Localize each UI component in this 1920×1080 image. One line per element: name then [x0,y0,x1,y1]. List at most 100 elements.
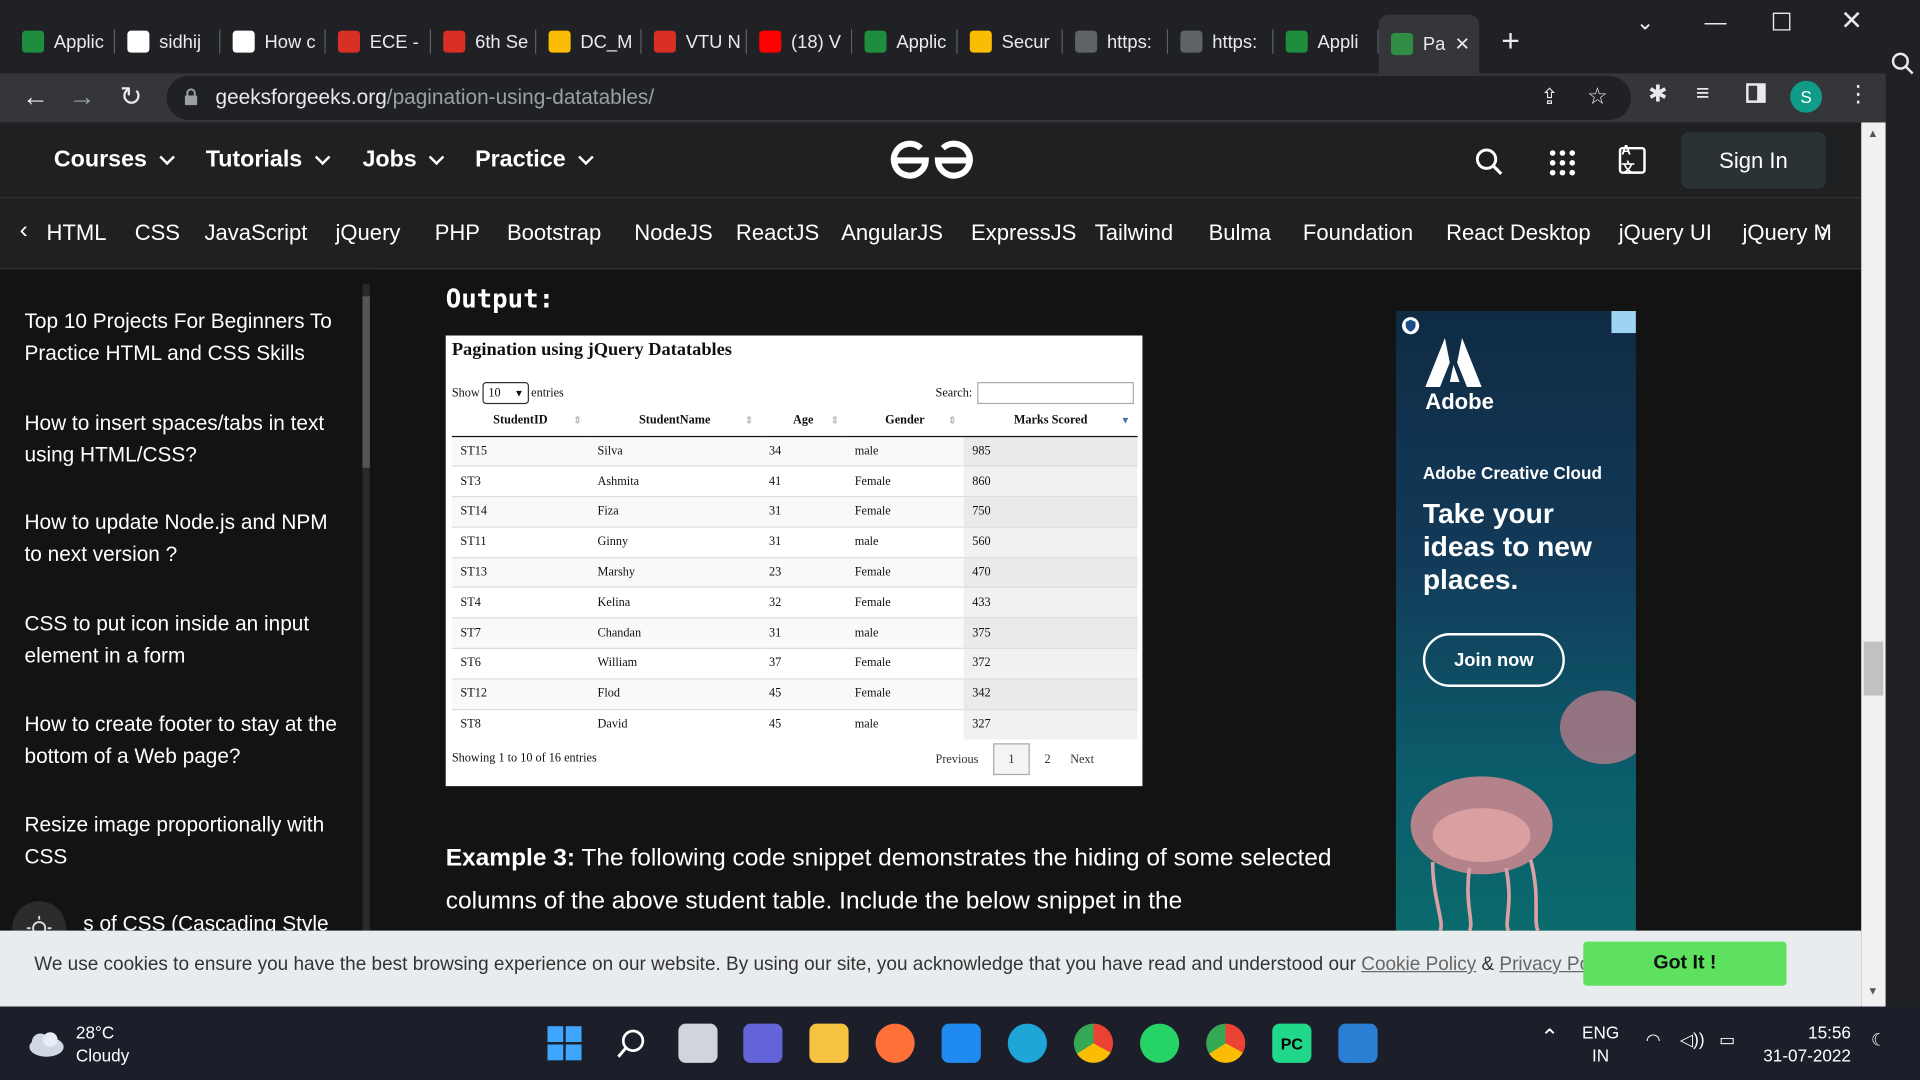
close-tab-icon[interactable]: × [1455,30,1469,58]
browser-tab[interactable]: DC_M [536,20,642,64]
tab-search-icon[interactable]: ⌄ [1636,10,1654,36]
topic-link[interactable]: NodeJS [634,220,712,246]
browser-tab[interactable]: Applic [852,20,958,64]
teams-chat-icon[interactable] [743,1023,783,1063]
topic-link[interactable]: HTML [47,220,107,246]
wifi-icon[interactable]: ◠ [1646,1029,1661,1052]
column-header-studentid[interactable]: StudentID ⇕ [451,406,589,437]
chrome-profile-icon[interactable] [1206,1023,1246,1063]
reload-button[interactable]: ↻ [113,78,150,115]
sidebar-article-link[interactable]: How to insert spaces/tabs in text using … [24,408,347,472]
scroll-down-icon[interactable]: ▼ [1867,984,1878,996]
column-header-age[interactable]: Age ⇕ [760,406,847,437]
language-indicator[interactable]: ENG IN [1582,1021,1619,1068]
scroll-up-icon[interactable]: ▲ [1867,127,1878,139]
topic-link[interactable]: ExpressJS [971,220,1076,246]
extensions-icon[interactable]: ✱ [1648,81,1667,109]
windows-start-icon[interactable] [545,1024,584,1063]
browser-tab[interactable]: Applic [10,20,116,64]
topic-link[interactable]: jQuery M [1742,220,1831,246]
back-button[interactable]: ← [17,78,54,115]
taskbar-search-icon[interactable] [612,1024,651,1063]
task-view-icon[interactable] [678,1023,718,1063]
search-icon[interactable] [1474,147,1503,176]
topic-link[interactable]: JavaScript [204,220,307,246]
sidebar-article-link[interactable]: How to create footer to stay at the bott… [24,709,347,773]
browser-tab[interactable]: sidhij [115,20,221,64]
sidebar-article-link[interactable]: Resize image proportionally with CSS [24,809,347,873]
side-panel-icon[interactable] [1746,83,1766,103]
sidebar-scroll-thumb[interactable] [362,296,370,468]
browser-tab[interactable]: Appli [1273,20,1379,64]
topic-link[interactable]: Bootstrap [507,220,601,246]
topic-link[interactable]: Foundation [1303,220,1413,246]
pycharm-icon[interactable]: PC [1272,1023,1312,1063]
menu-practice[interactable]: Practice [475,147,594,174]
browser-tab[interactable]: Secur [958,20,1063,64]
close-window-button[interactable]: ✕ [1840,5,1863,37]
chevron-left-icon[interactable]: ‹ [20,217,28,245]
ad-choices-icon[interactable] [1611,311,1636,334]
whatsapp-icon[interactable] [1140,1023,1180,1063]
browser-tab[interactable]: ECE - [326,20,432,64]
sidebar-article-link[interactable]: Top 10 Projects For Beginners To Practic… [24,306,347,370]
sidebar-article-link[interactable]: How to update Node.js and NPM to next ve… [24,507,347,571]
topic-link[interactable]: CSS [135,220,180,246]
browser-tab[interactable]: VTU N [642,20,747,64]
edge-icon[interactable] [1007,1023,1047,1063]
browser-tab[interactable]: How c [220,20,326,64]
topic-link[interactable]: AngularJS [841,220,943,246]
topic-link[interactable]: ReactJS [736,220,819,246]
share-icon[interactable]: ⇪ [1540,84,1558,110]
minimize-button[interactable]: — [1704,10,1726,36]
menu-jobs[interactable]: Jobs [362,147,445,174]
accept-cookies-button[interactable]: Got It ! [1583,941,1787,986]
cookie-policy-link[interactable]: Cookie Policy [1361,954,1476,975]
sign-in-button[interactable]: Sign In [1681,132,1826,189]
chrome-menu-icon[interactable]: ⋮ [1847,81,1870,109]
mail-icon[interactable] [941,1023,981,1063]
topic-link[interactable]: React Desktop [1446,220,1591,246]
browser-tab[interactable]: (18) V [747,20,853,64]
page-length-select[interactable]: 10 ▼ [482,382,529,405]
translate-icon[interactable]: A文 [1618,143,1646,176]
topic-link[interactable]: jQuery [336,220,401,246]
browser-tab[interactable]: 6th Se [431,20,537,64]
page-scrollbar[interactable]: ▲ ▼ [1861,122,1886,1007]
firefox-icon[interactable] [875,1023,915,1063]
table-search-input[interactable] [977,382,1134,405]
new-tab-button[interactable]: + [1501,22,1520,59]
browser-tab[interactable]: Pa × [1378,14,1480,74]
next-page-button[interactable]: Next [1070,752,1094,765]
file-explorer-icon[interactable] [809,1023,849,1063]
column-header-gender[interactable]: Gender ⇕ [846,406,964,437]
weather-widget[interactable]: 28°C Cloudy [24,1021,129,1068]
notifications-icon[interactable]: ☾ [1871,1029,1886,1052]
address-bar[interactable]: geeksforgeeks.org/pagination-using-datat… [166,75,1632,121]
menu-courses[interactable]: Courses [54,147,175,174]
ad-shield-icon[interactable] [1401,316,1421,336]
sidebar-article-link[interactable]: CSS to put icon inside an input element … [24,609,347,673]
chrome-icon[interactable] [1073,1023,1114,1063]
media-control-icon[interactable]: ≡ [1696,81,1710,108]
browser-tab[interactable]: https: [1168,20,1274,64]
battery-icon[interactable]: ▭ [1719,1029,1735,1052]
volume-icon[interactable]: ◁)) [1680,1029,1705,1052]
apps-grid-icon[interactable] [1549,149,1576,176]
page-button-1[interactable]: 1 [993,743,1030,776]
maximize-button[interactable]: ☐ [1771,7,1793,38]
bookmark-star-icon[interactable]: ☆ [1587,83,1608,111]
topic-link[interactable]: Tailwind [1095,220,1173,246]
page-scroll-thumb[interactable] [1863,641,1884,696]
menu-tutorials[interactable]: Tutorials [206,147,331,174]
column-header-marks[interactable]: Marks Scored ▼ [963,406,1138,437]
forward-button[interactable]: → [64,78,101,115]
topic-link[interactable]: jQuery UI [1619,220,1712,246]
topic-link[interactable]: PHP [435,220,480,246]
column-header-studentname[interactable]: StudentName ⇕ [588,406,761,437]
search-icon[interactable] [1891,51,1915,75]
profile-avatar[interactable]: S [1790,80,1823,113]
gfg-logo-icon[interactable] [889,137,975,184]
photos-icon[interactable] [1338,1023,1378,1063]
previous-page-button[interactable]: Previous [936,752,979,765]
